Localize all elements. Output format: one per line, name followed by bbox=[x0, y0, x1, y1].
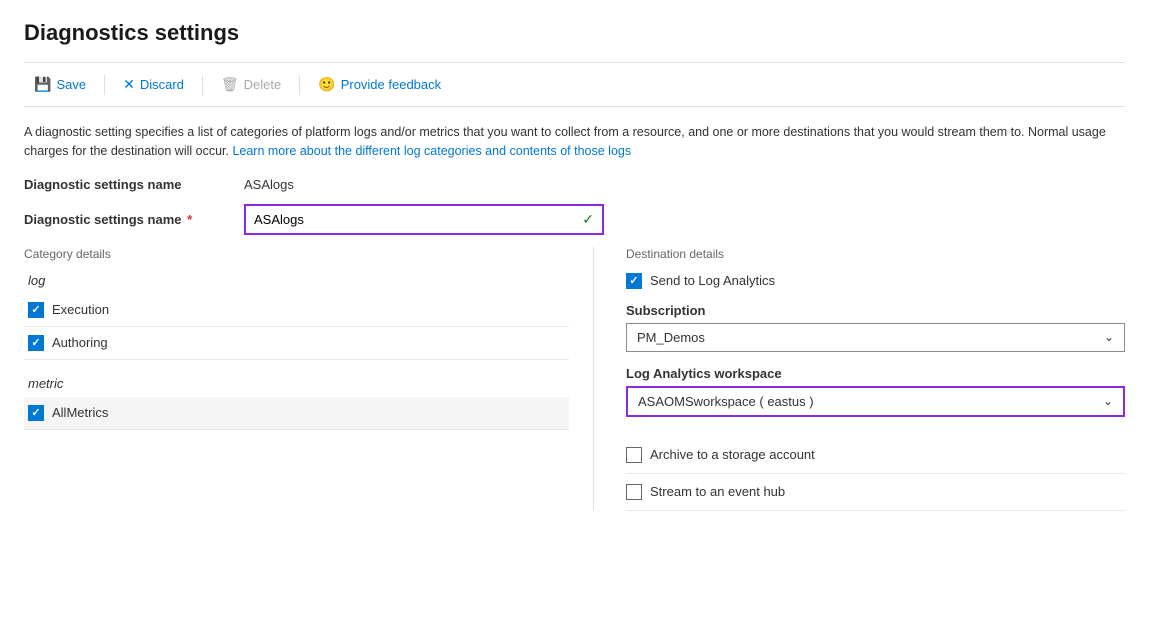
name-input-wrapper: ✓ bbox=[244, 204, 604, 235]
workspace-value: ASAOMSworkspace ( eastus ) bbox=[638, 394, 814, 409]
authoring-checkbox[interactable]: ✓ bbox=[28, 335, 44, 351]
feedback-icon: 🙂 bbox=[318, 76, 335, 93]
allmetrics-label: AllMetrics bbox=[52, 405, 108, 420]
page-container: Diagnostics settings 💾 Save ✕ Discard 🗑 … bbox=[0, 0, 1149, 531]
name-input-label: Diagnostic settings name * bbox=[24, 212, 244, 227]
subscription-label: Subscription bbox=[626, 303, 1125, 318]
destination-section-title: Destination details bbox=[626, 247, 1125, 261]
archive-label: Archive to a storage account bbox=[650, 447, 815, 462]
main-content: Category details log ✓ Execution ✓ Autho… bbox=[24, 247, 1125, 511]
category-allmetrics: ✓ AllMetrics bbox=[24, 397, 569, 430]
subscription-chevron-icon: ⌄ bbox=[1104, 330, 1114, 344]
log-analytics-header: ✓ Send to Log Analytics bbox=[626, 273, 1125, 289]
authoring-check-icon: ✓ bbox=[31, 336, 40, 349]
delete-icon: 🗑 bbox=[221, 76, 239, 93]
name-display-value: ASAlogs bbox=[244, 177, 294, 192]
name-input-row: Diagnostic settings name * ✓ bbox=[24, 204, 1125, 235]
metric-group: metric ✓ AllMetrics bbox=[24, 376, 569, 430]
log-group-label: log bbox=[28, 273, 569, 288]
execution-label: Execution bbox=[52, 302, 109, 317]
workspace-label: Log Analytics workspace bbox=[626, 366, 1125, 381]
execution-checkbox[interactable]: ✓ bbox=[28, 302, 44, 318]
category-section-title: Category details bbox=[24, 247, 569, 261]
name-display-row: Diagnostic settings name ASAlogs bbox=[24, 177, 1125, 192]
log-analytics-check-icon: ✓ bbox=[629, 274, 638, 287]
category-execution: ✓ Execution bbox=[24, 294, 569, 327]
archive-section: Archive to a storage account bbox=[626, 437, 1125, 474]
feedback-button[interactable]: 🙂 Provide feedback bbox=[308, 71, 451, 98]
execution-check-icon: ✓ bbox=[31, 303, 40, 316]
discard-icon: ✕ bbox=[123, 76, 135, 93]
toolbar-divider-1 bbox=[104, 75, 105, 95]
destination-panel: Destination details ✓ Send to Log Analyt… bbox=[594, 247, 1125, 511]
category-authoring: ✓ Authoring bbox=[24, 327, 569, 360]
workspace-select[interactable]: ASAOMSworkspace ( eastus ) ⌄ bbox=[626, 386, 1125, 417]
subscription-value: PM_Demos bbox=[637, 330, 705, 345]
metric-group-label: metric bbox=[28, 376, 569, 391]
save-icon: 💾 bbox=[34, 76, 51, 93]
subscription-select[interactable]: PM_Demos ⌄ bbox=[626, 323, 1125, 352]
name-input[interactable] bbox=[254, 212, 560, 227]
workspace-group: Log Analytics workspace ASAOMSworkspace … bbox=[626, 366, 1125, 417]
delete-button[interactable]: 🗑 Delete bbox=[211, 71, 291, 98]
event-hub-section: Stream to an event hub bbox=[626, 474, 1125, 511]
description-text: A diagnostic setting specifies a list of… bbox=[24, 123, 1125, 161]
save-button[interactable]: 💾 Save bbox=[24, 71, 96, 98]
allmetrics-check-icon: ✓ bbox=[31, 406, 40, 419]
required-marker: * bbox=[187, 212, 192, 227]
event-hub-checkbox[interactable] bbox=[626, 484, 642, 500]
name-valid-icon: ✓ bbox=[582, 211, 594, 228]
discard-button[interactable]: ✕ Discard bbox=[113, 71, 194, 98]
subscription-group: Subscription PM_Demos ⌄ bbox=[626, 303, 1125, 352]
toolbar-divider-3 bbox=[299, 75, 300, 95]
name-display-label: Diagnostic settings name bbox=[24, 177, 244, 192]
log-analytics-section: ✓ Send to Log Analytics Subscription PM_… bbox=[626, 273, 1125, 417]
toolbar: 💾 Save ✕ Discard 🗑 Delete 🙂 Provide feed… bbox=[24, 62, 1125, 107]
event-hub-label: Stream to an event hub bbox=[650, 484, 785, 499]
category-panel: Category details log ✓ Execution ✓ Autho… bbox=[24, 247, 594, 511]
allmetrics-checkbox[interactable]: ✓ bbox=[28, 405, 44, 421]
workspace-chevron-icon: ⌄ bbox=[1103, 394, 1113, 408]
authoring-label: Authoring bbox=[52, 335, 108, 350]
page-title: Diagnostics settings bbox=[24, 20, 1125, 46]
toolbar-divider-2 bbox=[202, 75, 203, 95]
archive-checkbox[interactable] bbox=[626, 447, 642, 463]
log-group: log ✓ Execution ✓ Authoring bbox=[24, 273, 569, 360]
learn-more-link[interactable]: Learn more about the different log categ… bbox=[232, 144, 631, 158]
log-analytics-checkbox[interactable]: ✓ bbox=[626, 273, 642, 289]
log-analytics-label: Send to Log Analytics bbox=[650, 273, 775, 288]
